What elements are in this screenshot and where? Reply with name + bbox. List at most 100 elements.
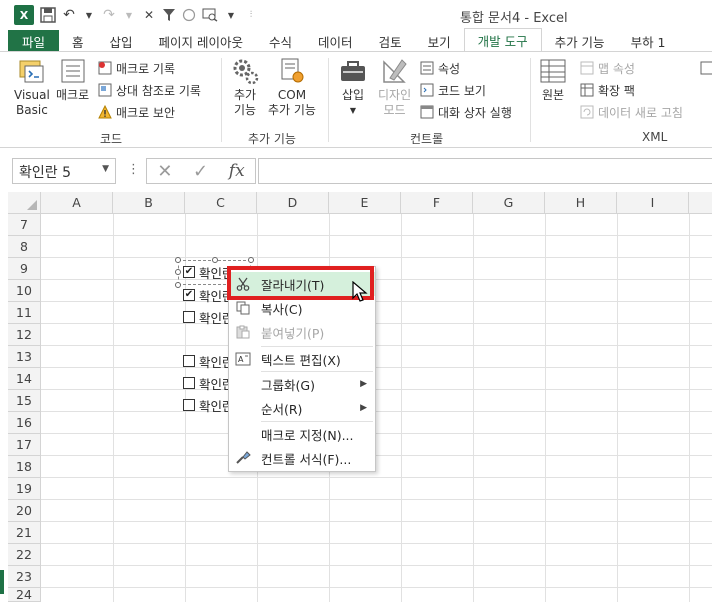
checkbox-control[interactable]: ✔ 확인란 [183,286,234,304]
refresh-data-button[interactable]: 데이터 새로 고침 [580,102,683,122]
menu-item-paste[interactable]: 붙여넣기(P) [229,320,375,344]
column-header[interactable]: D [257,192,329,214]
tab-data[interactable]: 데이터 [305,30,366,52]
tab-addins[interactable]: 추가 기능 [542,30,618,52]
name-box-dropdown-icon[interactable]: ▼ [102,164,109,174]
row-header[interactable]: 18 [8,456,41,478]
undo-dropdown-icon[interactable]: ▼ [82,5,96,25]
column-header[interactable]: H [545,192,617,214]
resize-handle[interactable] [212,257,218,263]
tab-developer[interactable]: 개발 도구 [463,28,542,52]
visual-basic-button[interactable]: Visual Basic [14,56,50,118]
relative-ref-button[interactable]: 상대 참조로 기록 [98,80,201,100]
run-dialog-button[interactable]: 대화 상자 실행 [420,102,512,122]
row-header[interactable]: 24 [8,588,41,602]
enter-icon[interactable]: ✓ [193,161,208,182]
qat-more-icon[interactable]: ⫶ [244,5,258,25]
row-header[interactable]: 17 [8,434,41,456]
save-icon[interactable] [40,5,56,25]
map-properties-button[interactable]: 맵 속성 [580,58,635,78]
tab-home[interactable]: 홈 [59,30,97,52]
column-header[interactable]: C [185,192,257,214]
checkbox-control[interactable]: 확인란 [183,352,234,370]
insert-control-button[interactable]: 삽입 ▼ [338,56,368,118]
ribbon-overflow-icon[interactable] [700,58,712,78]
checkbox-control[interactable]: 확인란 [183,374,234,392]
row-header[interactable]: 15 [8,390,41,412]
menu-item-assign-macro[interactable]: 매크로 지정(N)... [229,422,375,446]
close-small-icon[interactable]: ✕ [142,5,156,25]
menu-item-order[interactable]: 순서(R) ▶ [229,396,375,420]
view-code-button[interactable]: 코드 보기 [420,80,486,100]
column-header[interactable]: B [113,192,185,214]
addins-button[interactable]: 추가 기능 [230,56,260,118]
row-header[interactable]: 10 [8,280,41,302]
formula-bar-more-icon[interactable]: ⋮ [127,162,140,177]
circle-icon[interactable] [182,5,196,25]
find-icon[interactable] [202,5,218,25]
name-box[interactable]: 확인란 5 ▼ [12,158,116,184]
row-header[interactable]: 20 [8,500,41,522]
checkbox-box[interactable] [183,399,195,411]
tab-file[interactable]: 파일 [8,30,60,52]
select-all-corner[interactable] [8,192,41,214]
row-header[interactable]: 9 [8,258,41,280]
row-header[interactable]: 21 [8,522,41,544]
resize-handle[interactable] [175,269,181,275]
tab-review[interactable]: 검토 [366,30,415,52]
checkbox-box[interactable] [183,311,195,323]
column-header[interactable]: G [473,192,545,214]
resize-handle[interactable] [248,257,254,263]
properties-button[interactable]: 속성 [420,58,460,78]
expansion-packs-button[interactable]: 확장 팩 [580,80,635,100]
xml-source-button[interactable]: 원본 [538,56,568,103]
column-header[interactable]: F [401,192,473,214]
menu-item-format-control[interactable]: 컨트롤 서식(F)... [229,446,375,470]
record-macro-button[interactable]: 매크로 기록 [98,58,175,78]
refresh-icon [580,105,594,119]
column-header[interactable]: A [41,192,113,214]
row-header[interactable]: 13 [8,346,41,368]
checkbox-box[interactable]: ✔ [183,289,195,301]
redo-dropdown-icon[interactable]: ▼ [122,5,136,25]
checkbox-box[interactable] [183,355,195,367]
checkbox-box[interactable] [183,377,195,389]
tab-insert[interactable]: 삽입 [97,30,146,52]
row-header[interactable]: 14 [8,368,41,390]
formula-input[interactable] [258,158,712,184]
checkbox-control[interactable]: 확인란 [183,396,234,414]
cancel-icon[interactable]: ✕ [157,161,172,182]
tab-formulas[interactable]: 수식 [256,30,305,52]
row-header[interactable]: 19 [8,478,41,500]
row-header[interactable]: 22 [8,544,41,566]
row-header[interactable]: 11 [8,302,41,324]
filter-icon[interactable] [162,5,176,25]
resize-handle[interactable] [175,282,181,288]
row-header[interactable]: 12 [8,324,41,346]
design-mode-button[interactable]: 디자인 모드 [378,56,411,118]
checkbox-control[interactable]: 확인란 [183,308,234,326]
tab-page-layout[interactable]: 페이지 레이아웃 [146,30,256,52]
row-header[interactable]: 23 [8,566,41,588]
com-addins-button[interactable]: COM 추가 기능 [268,56,316,118]
undo-icon[interactable]: ↶ [62,5,76,25]
row-header[interactable]: 16 [8,412,41,434]
window-left-edge [0,192,8,602]
row-header[interactable]: 7 [8,214,41,236]
resize-handle[interactable] [175,257,181,263]
tab-load[interactable]: 부하 1 [618,30,679,52]
find-dropdown-icon[interactable]: ▼ [224,5,238,25]
macro-security-label: 매크로 보안 [116,105,176,120]
column-header[interactable]: E [329,192,401,214]
insert-control-label: 삽입 [341,88,365,102]
row-header[interactable]: 8 [8,236,41,258]
column-header-partial[interactable] [689,192,712,214]
insert-function-icon[interactable]: fx [229,161,245,181]
column-header[interactable]: I [617,192,689,214]
menu-item-edit-text[interactable]: A 텍스트 편집(X) [229,347,375,371]
macros-button[interactable]: 매크로 [56,56,89,103]
redo-icon[interactable]: ↷ [102,5,116,25]
tab-view[interactable]: 보기 [415,30,464,52]
macro-security-button[interactable]: 매크로 보안 [98,102,175,122]
menu-item-group[interactable]: 그룹화(G) ▶ [229,372,375,396]
